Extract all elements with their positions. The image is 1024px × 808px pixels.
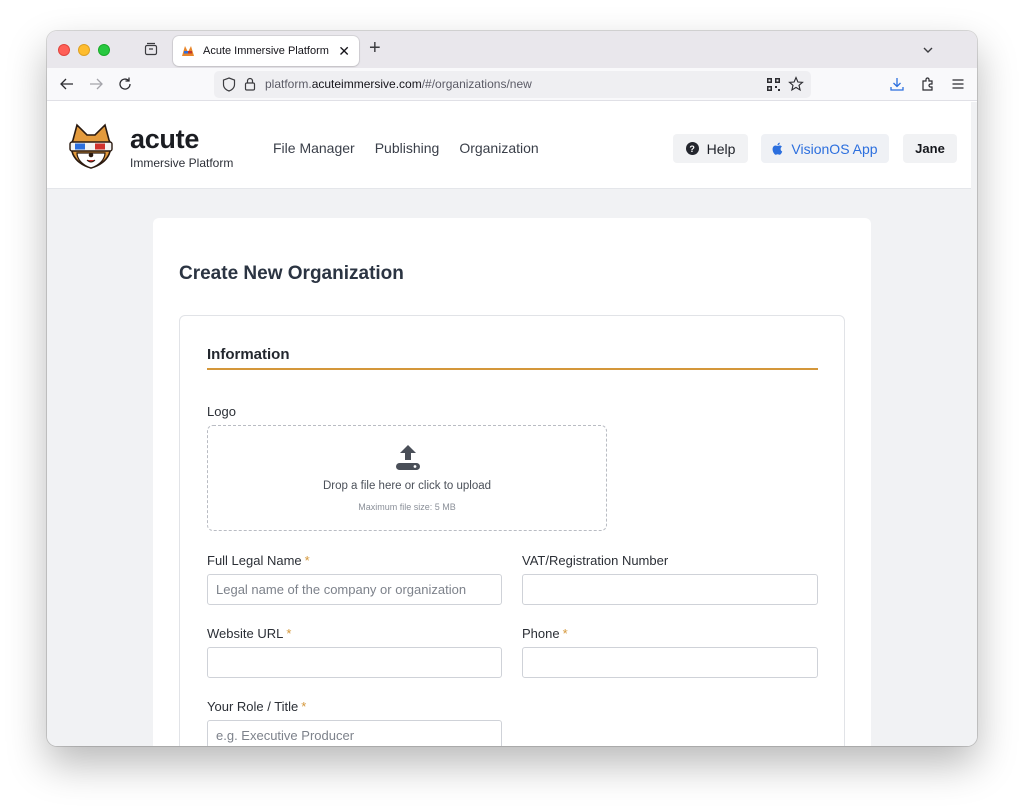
brand-subtitle: Immersive Platform	[130, 156, 234, 170]
reload-icon[interactable]	[117, 76, 133, 92]
tracking-shield-icon[interactable]	[222, 77, 236, 92]
vat-input[interactable]	[522, 574, 818, 605]
website-label: Website URL *	[207, 626, 291, 641]
site-header: acute Immersive Platform File Manager Pu…	[47, 102, 971, 189]
required-marker: *	[304, 553, 310, 568]
logo-label: Logo	[207, 404, 236, 419]
navigation-bar: platform.acuteimmersive.com/#/organizati…	[47, 68, 977, 101]
chevron-down-icon[interactable]	[921, 43, 935, 57]
url-path: /#/organizations/new	[421, 77, 532, 91]
window-controls	[58, 44, 110, 56]
url-prefix: platform.	[265, 77, 312, 91]
section-title: Information	[207, 346, 290, 363]
phone-label: Phone *	[522, 626, 568, 641]
nav-publishing[interactable]: Publishing	[375, 140, 440, 156]
legal-name-label: Full Legal Name *	[207, 553, 310, 568]
vat-label-text: VAT/Registration Number	[522, 553, 669, 568]
legal-name-label-text: Full Legal Name	[207, 553, 302, 568]
extensions-icon[interactable]	[920, 76, 936, 92]
role-label-text: Your Role / Title	[207, 699, 299, 714]
close-window-button[interactable]	[58, 44, 70, 56]
role-label: Your Role / Title *	[207, 699, 306, 714]
dropzone-hint: Maximum file size: 5 MB	[358, 502, 456, 512]
arrow-right-icon[interactable]	[88, 76, 104, 92]
acute-favicon-icon	[182, 46, 194, 56]
logo-dropzone[interactable]: Drop a file here or click to upload Maxi…	[207, 425, 607, 531]
download-icon[interactable]	[889, 76, 905, 92]
section-divider	[207, 368, 818, 370]
apple-icon	[772, 142, 783, 155]
main-nav: File Manager Publishing Organization	[273, 140, 539, 156]
url-bar[interactable]: platform.acuteimmersive.com/#/organizati…	[214, 71, 811, 98]
zoom-window-button[interactable]	[98, 44, 110, 56]
tab-strip: Acute Immersive Platform ✕ +	[47, 31, 977, 68]
role-input[interactable]	[207, 720, 502, 746]
star-icon[interactable]	[788, 76, 804, 92]
form-card: Create New Organization Information Logo…	[153, 218, 871, 746]
lock-icon[interactable]	[244, 77, 256, 91]
visionos-label: VisionOS App	[791, 140, 878, 157]
arrow-left-icon[interactable]	[59, 76, 75, 92]
tab-title: Acute Immersive Platform	[203, 45, 329, 57]
information-section: Information Logo Drop a file here or cli…	[179, 315, 845, 746]
nav-organization[interactable]: Organization	[459, 140, 538, 156]
browser-window: Acute Immersive Platform ✕ + platform.ac…	[47, 31, 977, 746]
url-host: acuteimmersive.com	[311, 77, 422, 91]
question-circle-icon: ?	[685, 142, 699, 155]
required-marker: *	[301, 699, 307, 714]
website-input[interactable]	[207, 647, 502, 678]
required-marker: *	[562, 626, 568, 641]
url-text[interactable]: platform.acuteimmersive.com/#/organizati…	[265, 77, 532, 91]
help-label: Help	[706, 140, 736, 157]
help-button[interactable]: ? Help	[673, 134, 748, 163]
visionos-app-button[interactable]: VisionOS App	[761, 134, 889, 163]
active-tab[interactable]: Acute Immersive Platform ✕	[173, 36, 359, 66]
dropzone-text: Drop a file here or click to upload	[322, 480, 492, 492]
page-title: Create New Organization	[179, 263, 404, 284]
legal-name-input[interactable]	[207, 574, 502, 605]
required-marker: *	[286, 626, 292, 641]
new-tab-button[interactable]: +	[369, 37, 381, 60]
upload-icon	[396, 445, 420, 470]
hamburger-menu-icon[interactable]	[950, 76, 966, 92]
website-label-text: Website URL	[207, 626, 284, 641]
tab-close-icon[interactable]: ✕	[338, 43, 350, 60]
acute-fox-logo-icon[interactable]	[65, 122, 117, 172]
user-menu-button[interactable]: Jane	[903, 134, 957, 163]
phone-input[interactable]	[522, 647, 818, 678]
brand-name[interactable]: acute	[130, 126, 199, 153]
phone-label-text: Phone	[522, 626, 560, 641]
page-viewport: acute Immersive Platform File Manager Pu…	[47, 102, 977, 746]
nav-file-manager[interactable]: File Manager	[273, 140, 355, 156]
minimize-window-button[interactable]	[78, 44, 90, 56]
vat-label: VAT/Registration Number	[522, 553, 668, 568]
tab-overview-icon[interactable]	[143, 41, 159, 57]
qr-code-icon[interactable]	[767, 78, 780, 91]
